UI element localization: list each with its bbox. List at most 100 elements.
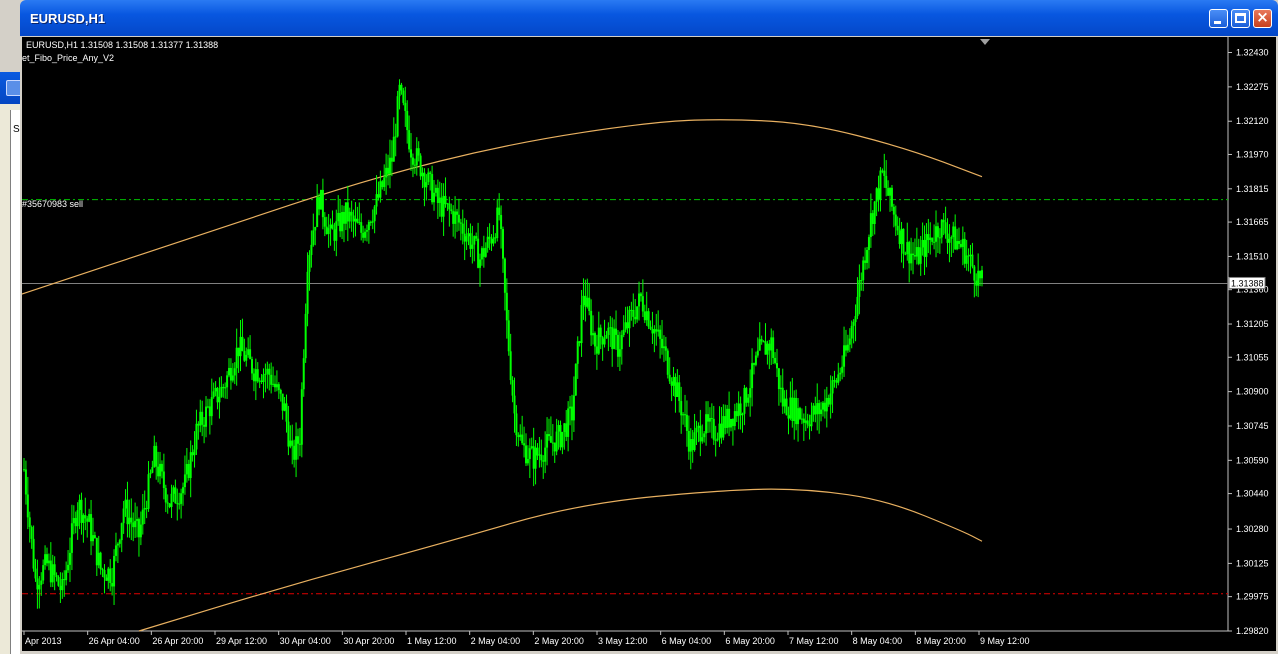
candle-body: [387, 167, 390, 174]
candle-body: [712, 418, 715, 440]
candle-body: [193, 449, 196, 456]
candle-body: [818, 403, 821, 415]
lower-fibo-curve: [138, 488, 983, 632]
candle-body: [465, 236, 468, 242]
candle-body: [321, 189, 324, 218]
candle-body: [841, 366, 844, 373]
candle-body: [521, 434, 524, 444]
candle-body: [929, 237, 932, 241]
candle-body: [191, 452, 194, 456]
candle-body: [42, 565, 45, 581]
candle-body: [787, 415, 790, 419]
maximize-button[interactable]: [1231, 9, 1250, 28]
price-tick-label: 1.31510: [1236, 251, 1269, 261]
candle-body: [544, 447, 547, 462]
candle-body: [473, 236, 476, 245]
candle-body: [285, 403, 288, 422]
candle-body: [802, 418, 805, 423]
candle-body: [394, 136, 397, 138]
time-tick-label: Apr 2013: [25, 636, 62, 646]
price-tick-label: 1.30745: [1236, 421, 1269, 431]
candle-body: [44, 554, 47, 566]
candle-body: [95, 537, 98, 566]
candle-body: [103, 569, 106, 578]
candle-body: [503, 258, 506, 293]
candle-body: [592, 333, 595, 336]
background-window-titlebar[interactable]: [0, 72, 22, 104]
candle-body: [770, 337, 773, 351]
candle-body: [300, 389, 303, 445]
candle-body: [969, 254, 972, 257]
current-price-label: 1.31388: [1231, 278, 1264, 288]
candle-body: [574, 363, 577, 396]
time-tick-label: 26 Apr 04:00: [89, 636, 140, 646]
candle-body: [536, 447, 539, 456]
candle-body: [438, 197, 441, 203]
window-titlebar[interactable]: EURUSD,H1 ×: [20, 0, 1278, 36]
candle-body: [212, 391, 215, 398]
chart-shift-marker[interactable]: [980, 39, 990, 45]
candle-body: [517, 435, 520, 438]
candle-body: [369, 221, 372, 223]
candle-body: [862, 260, 865, 281]
candle-body: [883, 170, 886, 176]
candle-body: [475, 236, 478, 239]
time-tick-label: 7 May 12:00: [789, 636, 839, 646]
candle-body: [201, 411, 204, 425]
candle-body: [925, 234, 928, 257]
price-tick-label: 1.30440: [1236, 489, 1269, 499]
candle-body: [419, 155, 422, 177]
candle-body: [208, 406, 211, 417]
candle-body: [72, 518, 75, 524]
candle-body: [724, 416, 727, 428]
candle-body: [605, 335, 608, 339]
candle-body: [519, 434, 522, 438]
candle-body: [979, 270, 982, 279]
candle-body: [249, 349, 252, 360]
candle-body: [243, 350, 246, 361]
candle-body: [47, 560, 50, 564]
candle-body: [565, 423, 568, 437]
order-label[interactable]: #35670983 sell: [22, 199, 83, 209]
candle-body: [182, 487, 185, 494]
candle-body: [268, 368, 271, 375]
candle-body: [264, 373, 267, 375]
candle-body: [254, 369, 257, 382]
candle-body: [396, 96, 399, 137]
candle-body: [952, 226, 955, 238]
candle-body: [532, 446, 535, 469]
candle-body: [547, 434, 550, 437]
candle-body: [461, 223, 464, 234]
candle-body: [657, 329, 660, 332]
candle-body: [919, 247, 922, 264]
candle-body: [323, 217, 326, 227]
candle-body: [195, 423, 198, 450]
candle-body: [277, 384, 280, 390]
candle-body: [570, 406, 573, 421]
price-tick-label: 1.30900: [1236, 387, 1269, 397]
candle-body: [695, 427, 698, 433]
candle-body: [875, 188, 878, 202]
candle-body: [331, 224, 334, 230]
candle-body: [676, 382, 679, 397]
close-button[interactable]: ×: [1253, 9, 1272, 28]
chart-canvas[interactable]: 1.32430 1.32275 1.32120 1.31970 1.31815 1.316…: [22, 37, 1276, 651]
candle-body: [314, 227, 317, 231]
candle-body: [65, 570, 68, 581]
candle-body: [896, 225, 899, 231]
candle-body: [597, 327, 600, 354]
candle-body: [425, 182, 428, 188]
candle-body: [23, 469, 25, 471]
candle-body: [798, 408, 801, 419]
price-chart[interactable]: 1.32430 1.32275 1.32120 1.31970 1.31815 1.316…: [22, 37, 1276, 651]
candle-body: [189, 452, 192, 478]
minimize-button[interactable]: [1209, 9, 1228, 28]
candle-body: [590, 310, 593, 336]
candle-body: [172, 487, 175, 494]
candle-body: [479, 259, 482, 268]
candle-body: [392, 136, 395, 162]
candle-body: [511, 380, 514, 396]
candle-body: [67, 564, 70, 571]
candle-body: [927, 234, 930, 241]
candle-body: [607, 327, 610, 336]
